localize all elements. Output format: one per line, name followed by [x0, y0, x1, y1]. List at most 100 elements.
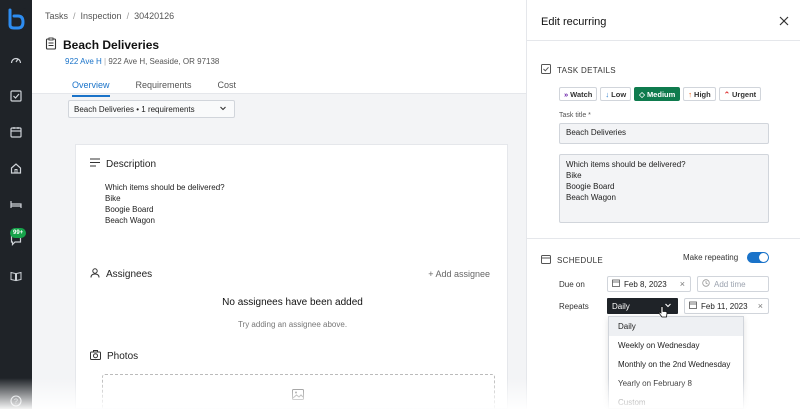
priority-selector: » Watch ↓ Low ◇ Medium ↑ High ⌃ Urgent: [559, 87, 762, 101]
description-line: Which items should be delivered?: [566, 160, 686, 169]
mouse-pointer-icon: [658, 306, 668, 320]
tab-requirements[interactable]: Requirements: [136, 80, 192, 97]
priority-low-button[interactable]: ↓ Low: [600, 87, 632, 101]
task-details-section-header: TASK DETAILS: [541, 64, 616, 76]
priority-label: Watch: [570, 89, 593, 99]
task-overview-card: Description Which items should be delive…: [75, 144, 508, 409]
repeats-dropdown-menu: Daily Weekly on Wednesday Monthly on the…: [608, 316, 744, 409]
add-time-field[interactable]: Add time: [697, 276, 769, 292]
gauge-icon[interactable]: [6, 50, 26, 70]
schedule-label: SCHEDULE: [557, 255, 603, 265]
breadcrumb: Tasks / Inspection / 30420126: [45, 11, 174, 21]
make-repeating-toggle[interactable]: [747, 252, 769, 263]
address-text: 922 Ave H, Seaside, OR 97138: [108, 57, 220, 66]
photos-section-header: Photos: [90, 350, 138, 363]
due-date-value: Feb 8, 2023: [624, 279, 667, 289]
task-address: 922 Ave H | 922 Ave H, Seaside, OR 97138: [65, 57, 219, 66]
task-main: Tasks / Inspection / 30420126 Beach Deli…: [32, 0, 526, 409]
tab-cost[interactable]: Cost: [218, 80, 237, 97]
schedule-section-header: SCHEDULE: [541, 254, 603, 266]
priority-urgent-button[interactable]: ⌃ Urgent: [718, 87, 762, 101]
description-line: Beach Wagon: [566, 193, 616, 202]
requirements-select-value: Beach Deliveries • 1 requirements: [74, 104, 195, 114]
breadcrumb-inspection[interactable]: Inspection: [81, 11, 122, 21]
make-repeating-label: Make repeating: [683, 253, 739, 262]
close-icon[interactable]: [778, 15, 790, 27]
priority-watch-button[interactable]: » Watch: [559, 87, 598, 101]
breadcrumb-separator: /: [73, 11, 76, 21]
description-line: Bike: [105, 194, 121, 203]
clipboard-icon: [45, 37, 57, 52]
task-title-input[interactable]: Beach Deliveries: [559, 123, 769, 144]
add-assignee-button[interactable]: + Add assignee: [428, 269, 490, 279]
diamond-icon: ◇: [639, 89, 645, 99]
repeat-option-custom[interactable]: Custom: [609, 393, 743, 409]
title-row: Beach Deliveries: [45, 37, 159, 52]
repeat-option-daily[interactable]: Daily: [609, 317, 743, 336]
person-icon: [90, 268, 100, 281]
page-title: Beach Deliveries: [63, 37, 160, 52]
double-chevron-up-icon: ⌃: [723, 89, 730, 99]
arrow-down-icon: ↓: [605, 89, 610, 99]
description-line: Which items should be delivered?: [105, 183, 225, 192]
requirements-select[interactable]: Beach Deliveries • 1 requirements: [68, 100, 235, 118]
description-text: Which items should be delivered? Bike Bo…: [105, 182, 225, 226]
edit-recurring-panel: Edit recurring TASK DETAILS » Watch ↓ Lo…: [526, 0, 800, 409]
calendar-icon: [612, 279, 620, 289]
arrow-up-icon: ↑: [688, 89, 693, 99]
bed-icon[interactable]: [6, 194, 26, 214]
task-header: Tasks / Inspection / 30420126 Beach Deli…: [32, 0, 526, 97]
clear-icon[interactable]: ×: [758, 301, 763, 311]
assignees-heading: Assignees: [106, 269, 153, 280]
breadcrumb-tasks[interactable]: Tasks: [45, 11, 68, 21]
assignees-section-header: Assignees: [90, 268, 152, 281]
priority-high-button[interactable]: ↑ High: [683, 87, 716, 101]
repeat-option-yearly[interactable]: Yearly on February 8: [609, 374, 743, 393]
priority-label: Low: [611, 89, 627, 99]
brand-logo[interactable]: [5, 8, 27, 30]
clear-icon[interactable]: ×: [680, 279, 685, 289]
tab-overview[interactable]: Overview: [72, 80, 110, 97]
description-section-header: Description: [90, 158, 156, 170]
priority-label: Medium: [646, 89, 676, 99]
help-icon[interactable]: ?: [6, 391, 26, 409]
calendar-icon[interactable]: [6, 122, 26, 142]
address-separator: |: [104, 57, 107, 66]
checkbox-icon: [541, 64, 551, 76]
repeats-select-value: Daily: [612, 301, 630, 311]
svg-text:?: ?: [14, 399, 18, 406]
panel-title: Edit recurring: [541, 16, 607, 28]
description-heading: Description: [106, 158, 157, 170]
no-assignees-title: No assignees have been added: [222, 297, 363, 308]
chat-badge: 99+: [10, 228, 27, 238]
add-time-placeholder: Add time: [714, 279, 746, 289]
repeat-option-weekly[interactable]: Weekly on Wednesday: [609, 336, 743, 355]
sidebar: 99+ ?: [0, 0, 32, 409]
due-date-field[interactable]: Feb 8, 2023 ×: [607, 276, 691, 292]
home-icon[interactable]: [6, 158, 26, 178]
repeat-option-monthly[interactable]: Monthly on the 2nd Wednesday: [609, 355, 743, 374]
description-line: Beach Wagon: [105, 216, 155, 225]
checkbox-icon[interactable]: [6, 86, 26, 106]
camera-icon: [90, 350, 101, 363]
photo-upload-area[interactable]: [102, 374, 495, 409]
repeat-until-field[interactable]: Feb 11, 2023 ×: [684, 298, 769, 314]
lines-icon: [90, 158, 100, 170]
repeat-until-value: Feb 11, 2023: [701, 301, 748, 311]
priority-label: Urgent: [732, 89, 757, 99]
task-details-label: TASK DETAILS: [557, 65, 616, 75]
photos-heading: Photos: [107, 351, 139, 362]
address-link[interactable]: 922 Ave H: [65, 57, 102, 66]
due-on-label: Due on: [559, 280, 585, 289]
breadcrumb-separator: /: [126, 11, 130, 21]
image-icon: [292, 389, 304, 402]
panel-divider: [527, 238, 800, 239]
no-assignees-subtitle: Try adding an assignee above.: [237, 320, 348, 329]
task-title-label: Task title *: [559, 112, 591, 119]
watch-icon: »: [564, 89, 569, 99]
priority-medium-button[interactable]: ◇ Medium: [634, 87, 681, 101]
clock-icon: [702, 279, 710, 289]
book-icon[interactable]: [6, 266, 26, 286]
task-description-input[interactable]: Which items should be delivered? Bike Bo…: [559, 154, 769, 223]
chevron-down-icon: [219, 104, 227, 114]
